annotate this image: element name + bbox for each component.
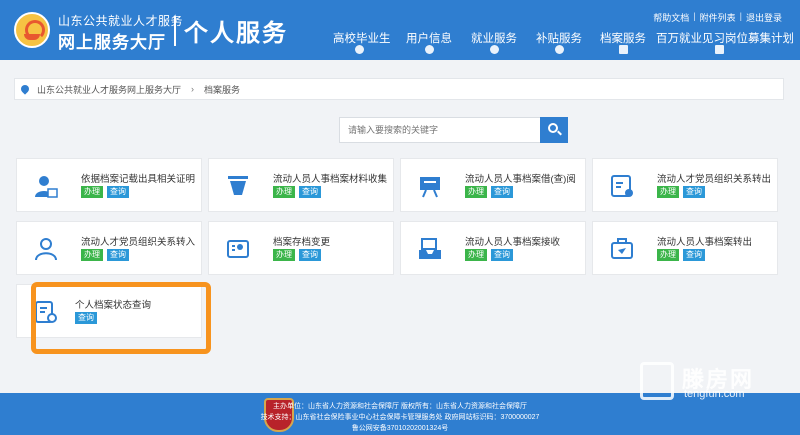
watermark-logo-icon [640, 362, 674, 400]
query-badge[interactable]: 查询 [299, 249, 321, 261]
highlight-frame [31, 282, 211, 354]
subsidy-icon [555, 45, 564, 54]
watermark-url: tengfun.com [684, 388, 745, 400]
id-card-icon [227, 240, 249, 258]
watermark: 滕房网 tengfun.com [640, 362, 790, 402]
query-badge[interactable]: 查询 [491, 249, 513, 261]
archive-icon [619, 45, 628, 54]
archive-receive-icon [419, 238, 441, 259]
card-title: 流动人才党员组织关系转入 [81, 237, 196, 248]
nav-item-employment[interactable]: 就业服务 [471, 30, 517, 56]
presentation-board-icon [420, 177, 440, 198]
card-title: 流动人才党员组织关系转出 [657, 174, 772, 185]
location-pin-icon [19, 83, 31, 95]
apply-badge[interactable]: 办理 [465, 249, 487, 261]
user-info-icon [425, 45, 434, 54]
nav-item-internship[interactable]: 百万就业见习岗位募集计划 [656, 30, 794, 56]
service-card[interactable]: 档案存档变更 办理 查询 [208, 221, 394, 275]
search-button[interactable] [540, 117, 568, 143]
logout-link[interactable]: 退出登录 [746, 11, 782, 24]
apply-badge[interactable]: 办理 [657, 249, 679, 261]
help-docs-link[interactable]: 帮助文档 [653, 11, 689, 24]
job-icon [490, 45, 499, 54]
org-name-small: 山东公共就业人才服务 [58, 14, 184, 28]
service-card[interactable]: 依据档案记载出具相关证明 办理 查询 [16, 158, 202, 212]
apply-badge[interactable]: 办理 [657, 186, 679, 198]
person-transfer-in-icon [35, 238, 57, 261]
nav-label: 补贴服务 [536, 33, 582, 45]
top-links: 帮助文档 | 附件列表 | 退出登录 [653, 11, 782, 24]
internship-icon [715, 45, 724, 54]
logo-icon [14, 12, 50, 48]
nav-item-user-info[interactable]: 用户信息 [406, 30, 452, 56]
header-bar: 山东公共就业人才服务 网上服务大厅 个人服务 帮助文档 | 附件列表 | 退出登… [0, 0, 800, 60]
service-card[interactable]: 流动人员人事档案借(查)阅 办理 查询 [400, 158, 586, 212]
service-card[interactable]: 流动人才党员组织关系转出 办理 查询 [592, 158, 778, 212]
card-title: 依据档案记载出具相关证明 [81, 174, 196, 185]
link-separator: | [693, 11, 696, 21]
nav-label: 用户信息 [406, 33, 452, 45]
apply-badge[interactable]: 办理 [81, 249, 103, 261]
card-title: 流动人员人事档案借(查)阅 [465, 174, 576, 185]
breadcrumb-current: 档案服务 [204, 84, 241, 95]
graduate-icon [355, 45, 364, 54]
nav-item-subsidy[interactable]: 补贴服务 [536, 30, 582, 56]
breadcrumb-home[interactable]: 山东公共就业人才服务网上服务大厅 [37, 83, 181, 96]
nav-label: 档案服务 [600, 33, 646, 45]
apply-badge[interactable]: 办理 [273, 249, 295, 261]
briefcase-send-icon [611, 238, 633, 259]
query-badge[interactable]: 查询 [299, 186, 321, 198]
attachments-link[interactable]: 附件列表 [700, 11, 736, 24]
query-badge[interactable]: 查询 [683, 186, 705, 198]
breadcrumb-separator: › [191, 84, 195, 94]
footer-line-sponsor: 主办单位：山东省人力资源和社会保障厅 版权所有：山东省人力资源和社会保障厅 [273, 403, 527, 410]
card-title: 流动人员人事档案转出 [657, 237, 753, 248]
query-badge[interactable]: 查询 [683, 249, 705, 261]
footer-line-support: 技术支持：山东省社会保险事业中心社会保障卡管理服务处 政府网站标识码：37000… [260, 414, 540, 421]
document-transfer-out-icon [611, 175, 633, 197]
nav-label: 就业服务 [471, 33, 517, 45]
nav-item-archive[interactable]: 档案服务 [600, 30, 646, 56]
card-title: 流动人员人事档案接收 [465, 237, 561, 248]
query-badge[interactable]: 查询 [107, 186, 129, 198]
service-card[interactable]: 流动人员人事档案转出 办理 查询 [592, 221, 778, 275]
apply-badge[interactable]: 办理 [273, 186, 295, 198]
query-badge[interactable]: 查询 [107, 249, 129, 261]
funnel-collect-icon [228, 176, 248, 195]
breadcrumb: 山东公共就业人才服务网上服务大厅 › 档案服务 [14, 78, 784, 100]
section-title: 个人服务 [184, 20, 288, 47]
card-title: 档案存档变更 [273, 237, 331, 248]
apply-badge[interactable]: 办理 [465, 186, 487, 198]
service-card[interactable]: 流动人员人事档案接收 办理 查询 [400, 221, 586, 275]
nav-item-graduates[interactable]: 高校毕业生 [333, 30, 391, 56]
card-title: 流动人员人事档案材料收集 [273, 174, 388, 185]
query-badge[interactable]: 查询 [491, 186, 513, 198]
search-input[interactable] [339, 117, 541, 143]
footer-line-police[interactable]: 鲁公网安备37010202001324号 [0, 423, 800, 433]
nav-label: 百万就业见习岗位募集计划 [656, 33, 794, 45]
org-name-big: 网上服务大厅 [58, 33, 166, 52]
service-card[interactable]: 流动人才党员组织关系转入 办理 查询 [16, 221, 202, 275]
header-divider [174, 16, 176, 46]
person-certificate-icon [35, 176, 58, 198]
apply-badge[interactable]: 办理 [81, 186, 103, 198]
service-card[interactable]: 流动人员人事档案材料收集 办理 查询 [208, 158, 394, 212]
link-separator: | [739, 11, 742, 21]
nav-label: 高校毕业生 [333, 33, 391, 45]
